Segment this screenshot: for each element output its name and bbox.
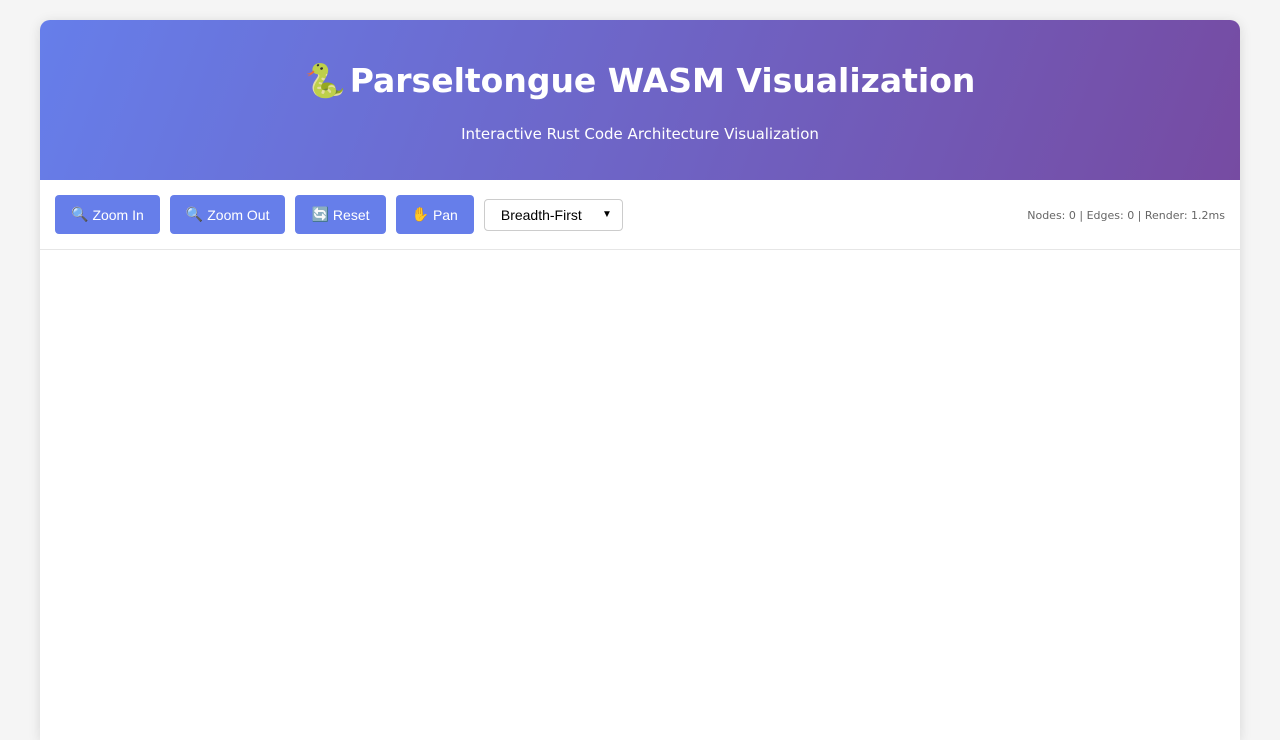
chevron-down-icon: ▼ [601,209,612,220]
refresh-icon: 🔄 [311,206,329,222]
pan-button[interactable]: ✋ Pan [395,195,474,234]
snake-icon: 🐍 [304,61,346,100]
zoom-out-button[interactable]: 🔍 Zoom Out [169,195,286,234]
magnifier-icon: 🔍 [71,206,89,222]
page-subtitle: Interactive Rust Code Architecture Visua… [461,125,819,143]
reset-label: Reset [332,206,370,223]
layout-select-value: Breadth-First [500,206,582,223]
reset-button[interactable]: 🔄 Reset [295,195,386,234]
zoom-out-label: Zoom Out [207,206,270,223]
app-container: 🐍 Parseltongue WASM Visualization Interac… [40,20,1240,740]
visualization-canvas[interactable] [40,250,1240,720]
app-header: 🐍 Parseltongue WASM Visualization Interac… [40,20,1240,180]
render-stats: Nodes: 0 | Edges: 0 | Render: 1.2ms [1027,208,1225,222]
toolbar: 🔍 Zoom In 🔍 Zoom Out 🔄 Reset ✋ Pan Bread… [40,180,1240,250]
zoom-in-label: Zoom In [92,206,144,223]
zoom-in-button[interactable]: 🔍 Zoom In [55,195,160,234]
pan-label: Pan [432,206,458,223]
layout-algorithm-select[interactable]: Breadth-First ▼ [483,198,623,231]
page-title-text: Parseltongue WASM Visualization [349,61,976,100]
page-title: 🐍 Parseltongue WASM Visualization [40,60,1240,102]
hand-icon: ✋ [411,206,429,222]
magnifier-icon: 🔍 [185,206,204,222]
